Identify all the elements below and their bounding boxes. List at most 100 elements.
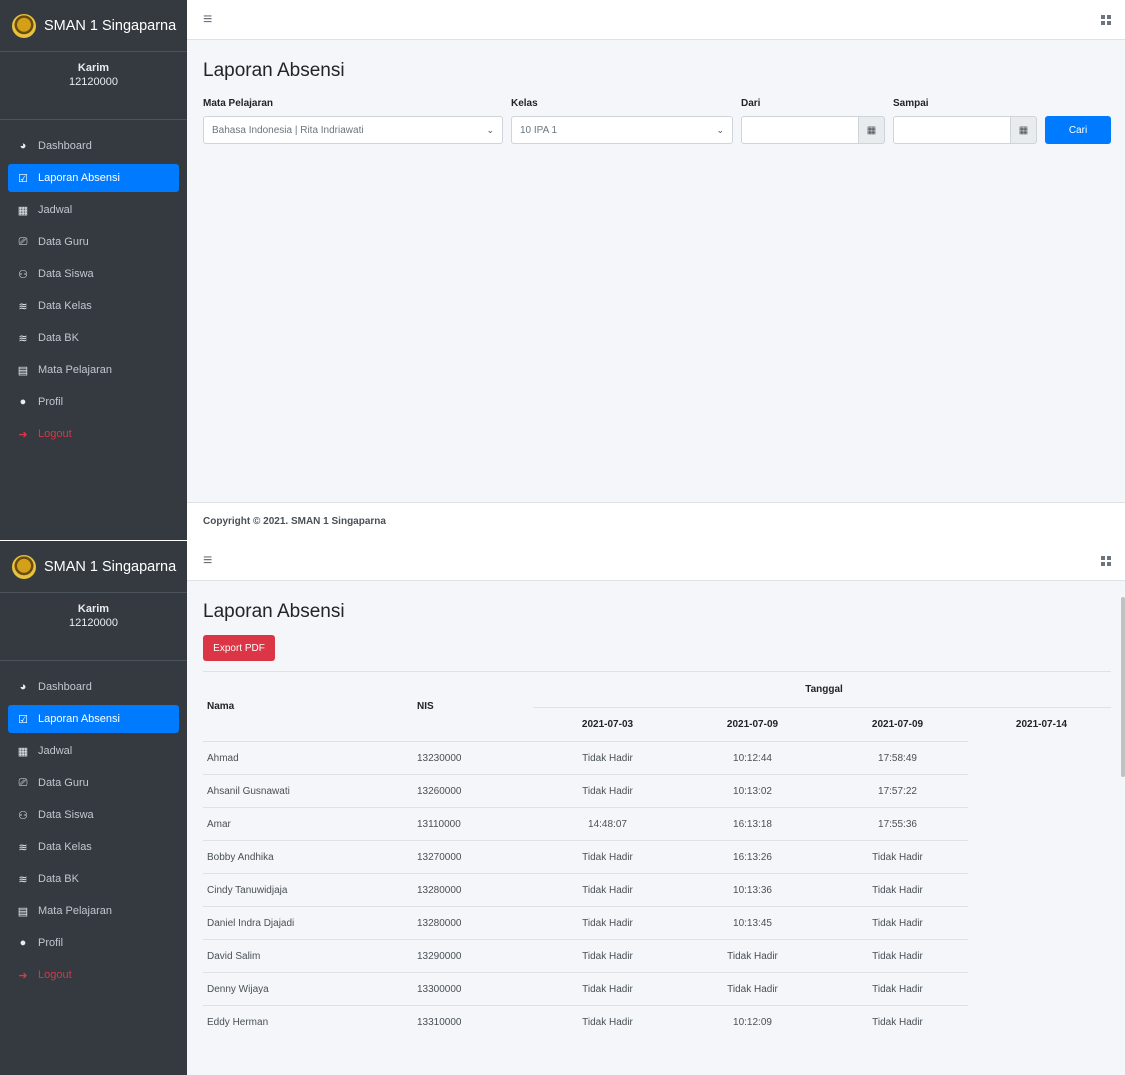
cell-attendance: 17:58:49 xyxy=(823,741,968,775)
scrollbar-thumb[interactable] xyxy=(1121,597,1125,777)
sidebar-item-data-guru[interactable]: ⎚ Data Guru xyxy=(8,228,179,256)
content-wrapper: ≡ Laporan Absensi Mata Pelajaran Bahasa … xyxy=(187,0,1125,540)
calendar-icon: ▦ xyxy=(17,204,29,217)
cell-attendance: Tidak Hadir xyxy=(533,1005,678,1039)
hamburger-menu-icon[interactable]: ≡ xyxy=(203,11,212,29)
brand-link[interactable]: SMAN 1 Singaparna xyxy=(0,541,187,593)
sampai-date-input[interactable] xyxy=(893,116,1011,144)
col-header-date: 2021-07-03 xyxy=(533,707,678,742)
user-name: Karim xyxy=(77,603,110,615)
cell-attendance: Tidak Hadir xyxy=(533,939,678,973)
cell-nis: 13110000 xyxy=(413,807,533,841)
sidebar-item-label: Jadwal xyxy=(38,204,73,216)
col-header-nama: Nama xyxy=(203,671,413,742)
filter-form: Mata Pelajaran Bahasa Indonesia | Rita I… xyxy=(187,98,1125,144)
sidebar-item-jadwal[interactable]: ▦ Jadwal xyxy=(8,737,179,765)
cell-nis: 13290000 xyxy=(413,939,533,973)
cell-attendance: 10:13:45 xyxy=(678,906,823,940)
cell-attendance: Tidak Hadir xyxy=(533,972,678,1006)
sidebar-item-data-kelas[interactable]: ≋ Data Kelas xyxy=(8,292,179,320)
cell-empty xyxy=(968,907,1111,940)
sidebar-item-label: Laporan Absensi xyxy=(38,172,120,184)
content-wrapper: ≡ Laporan Absensi Export PDF Nama NIS Ta… xyxy=(187,541,1125,1075)
sidebar-item-logout[interactable]: ➜ Logout xyxy=(8,961,179,989)
sidebar-item-dashboard[interactable]: ◕ Dashboard xyxy=(8,673,179,701)
cell-attendance: Tidak Hadir xyxy=(533,840,678,874)
brand-link[interactable]: SMAN 1 Singaparna xyxy=(0,0,187,52)
apps-grid-icon[interactable] xyxy=(1101,555,1111,566)
sidebar-item-profil[interactable]: ● Profil xyxy=(8,929,179,957)
chevron-down-icon: ⌄ xyxy=(716,124,724,135)
table-row: Bobby Andhika 13270000 Tidak Hadir 16:13:26… xyxy=(203,840,1111,874)
user-nis: 12120000 xyxy=(69,617,118,629)
cell-attendance: 16:13:18 xyxy=(678,807,823,841)
table-row: Ahsanil Gusnawati 13260000 Tidak Hadir 10:1… xyxy=(203,774,1111,808)
sidebar-item-label: Data Siswa xyxy=(38,268,94,280)
sidebar-item-label: Data Siswa xyxy=(38,809,94,821)
sidebar-item-label: Data BK xyxy=(38,332,79,344)
page-title: Laporan Absensi xyxy=(203,60,345,81)
sampai-label: Sampai xyxy=(893,98,929,109)
cell-attendance: Tidak Hadir xyxy=(823,972,968,1006)
sidebar-item-data-siswa[interactable]: ⚇ Data Siswa xyxy=(8,801,179,829)
sidebar-item-data-bk[interactable]: ≋ Data BK xyxy=(8,324,179,352)
calendar-icon[interactable]: ▦ xyxy=(859,116,885,144)
sign-out-icon: ➜ xyxy=(18,428,28,441)
kelas-select[interactable]: 10 IPA 1 ⌄ xyxy=(511,116,733,144)
sidebar-item-laporan-absensi[interactable]: ☑ Laporan Absensi xyxy=(8,705,179,733)
cari-button[interactable]: Cari xyxy=(1045,116,1111,144)
mapel-group: Mata Pelajaran Bahasa Indonesia | Rita I… xyxy=(203,98,503,144)
sidebar-item-data-kelas[interactable]: ≋ Data Kelas xyxy=(8,833,179,861)
cell-nama: Bobby Andhika xyxy=(203,840,413,874)
sidebar-item-dashboard[interactable]: ◕ Dashboard xyxy=(8,132,179,160)
users-icon: ⚇ xyxy=(18,268,28,281)
sidebar-item-mata-pelajaran[interactable]: ▤ Mata Pelajaran xyxy=(8,356,179,384)
cell-nama: Ahsanil Gusnawati xyxy=(203,774,413,808)
dari-group: Dari ▦ xyxy=(741,98,885,144)
chevron-down-icon: ⌄ xyxy=(486,124,494,135)
col-header-date: 2021-07-09 xyxy=(678,707,823,742)
kelas-selected-value: 10 IPA 1 xyxy=(520,124,558,136)
sidebar-item-laporan-absensi[interactable]: ☑ Laporan Absensi xyxy=(8,164,179,192)
table-row: Ahmad 13230000 Tidak Hadir 10:12:44 17:58:49 xyxy=(203,741,1111,775)
layer-group-icon: ≋ xyxy=(18,841,28,854)
user-icon: ● xyxy=(19,396,27,408)
sidebar-item-mata-pelajaran[interactable]: ▤ Mata Pelajaran xyxy=(8,897,179,925)
brand-name: SMAN 1 Singaparna xyxy=(44,558,177,575)
sidebar: SMAN 1 Singaparna Karim 12120000 ◕ Dashbo… xyxy=(0,0,187,540)
chalkboard-teacher-icon: ⎚ xyxy=(18,235,28,248)
sidebar-item-jadwal[interactable]: ▦ Jadwal xyxy=(8,196,179,224)
user-name: Karim xyxy=(77,62,110,74)
sidebar-item-data-siswa[interactable]: ⚇ Data Siswa xyxy=(8,260,179,288)
dari-date-input[interactable] xyxy=(741,116,859,144)
cell-empty xyxy=(968,841,1111,874)
tachometer-icon: ◕ xyxy=(19,681,27,693)
cell-nis: 13300000 xyxy=(413,972,533,1006)
mapel-select[interactable]: Bahasa Indonesia | Rita Indriawati ⌄ xyxy=(203,116,503,144)
calendar-icon[interactable]: ▦ xyxy=(1011,116,1037,144)
cell-attendance: Tidak Hadir xyxy=(533,873,678,907)
hamburger-menu-icon[interactable]: ≡ xyxy=(203,552,212,570)
sidebar-item-logout[interactable]: ➜ Logout xyxy=(8,420,179,448)
cell-empty xyxy=(968,874,1111,907)
export-pdf-button[interactable]: Export PDF xyxy=(203,635,275,661)
kelas-label: Kelas xyxy=(511,98,538,109)
cell-attendance: Tidak Hadir xyxy=(533,774,678,808)
apps-grid-icon[interactable] xyxy=(1101,14,1111,25)
sidebar-item-label: Profil xyxy=(38,937,64,949)
table-row: Cindy Tanuwidjaja 13280000 Tidak Hadir 10:1… xyxy=(203,873,1111,907)
top-navbar: ≡ xyxy=(187,0,1125,40)
attendance-table-wrapper: Nama NIS Tanggal 2021-07-03 2021-07-09 2… xyxy=(203,671,1111,1039)
sidebar-item-profil[interactable]: ● Profil xyxy=(8,388,179,416)
mapel-label: Mata Pelajaran xyxy=(203,98,274,109)
sidebar-item-data-guru[interactable]: ⎚ Data Guru xyxy=(8,769,179,797)
cell-attendance: 10:12:09 xyxy=(678,1005,823,1039)
layer-group-icon: ≋ xyxy=(18,332,28,345)
school-logo xyxy=(12,13,36,38)
layer-group-icon: ≋ xyxy=(18,300,28,313)
chalkboard-teacher-icon: ⎚ xyxy=(18,776,28,789)
sidebar-item-label: Mata Pelajaran xyxy=(38,364,112,376)
sidebar-item-data-bk[interactable]: ≋ Data BK xyxy=(8,865,179,893)
cell-attendance: Tidak Hadir xyxy=(678,972,823,1006)
cell-attendance: Tidak Hadir xyxy=(823,840,968,874)
